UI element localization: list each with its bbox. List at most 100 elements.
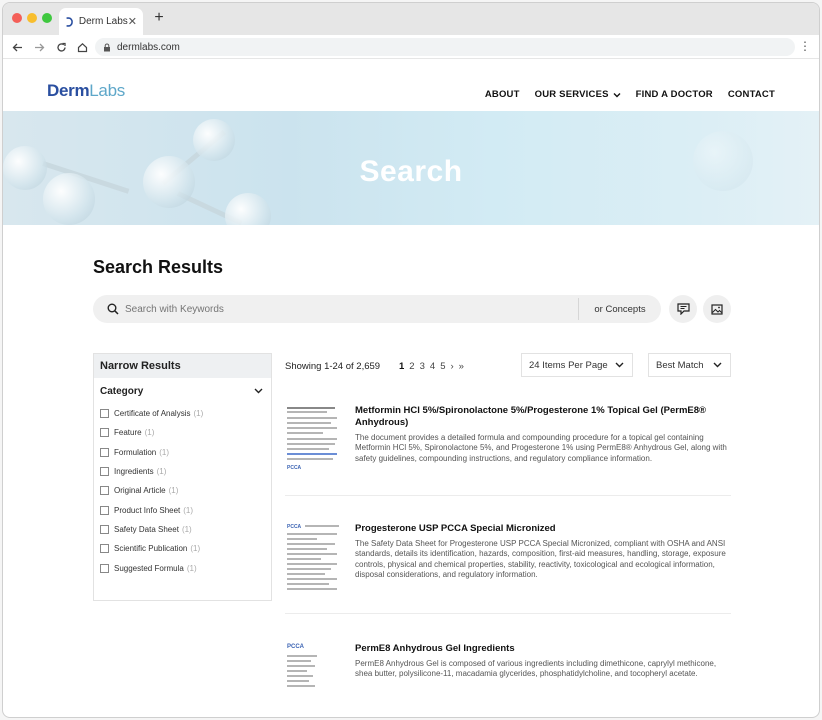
category-count: (1)	[168, 486, 179, 496]
filter-checkbox[interactable]	[100, 467, 109, 477]
top-navigation: ABOUT OUR SERVICES FIND A DOCTOR CONTACT	[485, 89, 775, 100]
image-search-button[interactable]	[703, 295, 731, 323]
chevron-down-icon	[615, 362, 624, 368]
filter-checkbox[interactable]	[100, 486, 109, 496]
site-logo[interactable]: DermLabs	[47, 81, 125, 101]
thumb-line	[287, 438, 337, 440]
tab-close-icon[interactable]: ✕	[128, 15, 137, 28]
result-thumbnail[interactable]: PCCA	[285, 643, 341, 715]
chat-bubble-icon	[676, 303, 690, 315]
page-title: Search Results	[93, 257, 224, 277]
thumb-line	[287, 675, 313, 677]
thumb-line	[287, 427, 337, 429]
next-page-icon[interactable]: ›	[450, 361, 453, 372]
nav-our-services[interactable]: OUR SERVICES	[535, 89, 621, 100]
category-filter-product-info-sheet[interactable]: Product Info Sheet (1)	[100, 500, 271, 519]
url-field[interactable]: dermlabs.com	[95, 38, 795, 56]
logo-part-labs: Labs	[89, 81, 125, 100]
filter-checkbox[interactable]	[100, 505, 109, 515]
thumb-line	[287, 563, 337, 565]
nav-find-a-doctor[interactable]: FIND A DOCTOR	[636, 89, 713, 100]
thumb-line	[287, 407, 335, 409]
results-count: Showing 1-24 of 2,659	[285, 361, 381, 372]
result-title[interactable]: PermE8 Anhydrous Gel Ingredients	[355, 643, 731, 655]
thumb-line	[287, 568, 331, 570]
forward-button[interactable]	[31, 39, 47, 55]
nav-about-label: ABOUT	[484, 89, 520, 100]
chat-search-button[interactable]	[669, 295, 697, 323]
maximize-window-button[interactable]	[42, 13, 52, 23]
thumb-line	[287, 417, 337, 419]
browser-menu-icon[interactable]: ⋮	[799, 39, 811, 53]
close-window-button[interactable]	[12, 13, 22, 23]
thumb-line	[287, 543, 335, 545]
result-thumbnail[interactable]: PCCA	[285, 523, 341, 595]
page-1-link[interactable]: 1	[399, 361, 404, 372]
category-filter-certificate-of-analysis[interactable]: Certificate of Analysis (1)	[100, 404, 271, 423]
pcca-logo: PCCA	[287, 465, 302, 471]
nav-contact[interactable]: CONTACT	[728, 89, 775, 100]
filter-checkbox[interactable]	[100, 428, 109, 438]
new-tab-button[interactable]: +	[151, 9, 167, 27]
category-filter-scientific-publication[interactable]: Scientific Publication (1)	[100, 539, 271, 558]
category-filter-feature[interactable]: Feature (1)	[100, 423, 271, 442]
filter-checkbox[interactable]	[100, 409, 109, 419]
search-result[interactable]: PCCA Metformin HCl 5%/Spironolactone 5%/…	[285, 405, 731, 485]
site-header: DermLabs ABOUT OUR SERVICES FIND A DOCTO…	[3, 59, 819, 111]
pcca-logo: PCCA	[287, 524, 302, 530]
back-button[interactable]	[9, 39, 25, 55]
thumb-line	[305, 525, 339, 527]
hero-title: Search	[359, 155, 463, 188]
category-label: Formulation	[114, 447, 157, 457]
category-filter-safety-data-sheet[interactable]: Safety Data Sheet (1)	[100, 520, 271, 539]
thumb-line	[287, 538, 317, 540]
result-thumbnail[interactable]: PCCA	[285, 405, 341, 477]
home-button[interactable]	[74, 39, 90, 55]
page-3-link[interactable]: 3	[420, 361, 425, 372]
category-label: Ingredients	[114, 467, 154, 477]
category-filter-ingredients[interactable]: Ingredients (1)	[100, 462, 271, 481]
result-title[interactable]: Progesterone USP PCCA Special Micronized	[355, 523, 731, 535]
filter-checkbox[interactable]	[100, 524, 109, 534]
category-label: Product Info Sheet	[114, 505, 181, 515]
category-filter-original-article[interactable]: Original Article (1)	[100, 481, 271, 500]
category-count: (1)	[159, 447, 170, 457]
dermlabs-favicon-icon	[66, 16, 73, 27]
filter-checkbox[interactable]	[100, 544, 109, 554]
thumb-line	[287, 533, 337, 535]
category-filter-suggested-formula[interactable]: Suggested Formula (1)	[100, 558, 271, 577]
last-page-icon[interactable]: »	[459, 361, 464, 372]
filter-checkbox[interactable]	[100, 447, 109, 457]
category-filter-formulation[interactable]: Formulation (1)	[100, 443, 271, 462]
sort-select[interactable]: Best Match	[648, 353, 731, 377]
search-input[interactable]	[119, 295, 578, 323]
page-2-link[interactable]: 2	[409, 361, 414, 372]
page-4-link[interactable]: 4	[430, 361, 435, 372]
arrow-right-icon	[34, 43, 44, 51]
category-count: (1)	[186, 563, 197, 573]
chevron-down-icon	[613, 92, 621, 97]
narrow-results-title: Narrow Results	[94, 354, 271, 378]
category-toggle[interactable]: Category	[94, 378, 271, 404]
thumb-line	[287, 458, 333, 460]
items-per-page-select[interactable]: 24 Items Per Page	[521, 353, 633, 377]
thumb-line	[287, 670, 307, 672]
category-label: Suggested Formula	[114, 563, 184, 573]
minimize-window-button[interactable]	[27, 13, 37, 23]
browser-tab[interactable]: Derm Labs ✕	[59, 8, 143, 35]
page-5-link[interactable]: 5	[440, 361, 445, 372]
search-result[interactable]: PCCA PermE8 Anhydrous Gel Ingredients Pe…	[285, 643, 731, 715]
search-icon-wrap	[93, 303, 119, 315]
lock-icon	[104, 43, 110, 51]
thumb-line	[287, 453, 337, 455]
filter-checkbox[interactable]	[100, 563, 109, 573]
result-title[interactable]: Metformin HCl 5%/Spironolactone 5%/Proge…	[355, 405, 731, 429]
result-description: PermE8 Anhydrous Gel is composed of vari…	[355, 659, 717, 679]
concepts-search-button[interactable]: or Concepts	[579, 304, 661, 315]
nav-about[interactable]: ABOUT	[485, 89, 520, 100]
thumb-line	[287, 573, 325, 575]
home-icon	[77, 42, 87, 52]
reload-button[interactable]	[53, 39, 69, 55]
search-result[interactable]: PCCA Progesterone USP PCCA Special Micro…	[285, 523, 731, 603]
result-description: The Safety Data Sheet for Progesterone U…	[355, 539, 726, 579]
